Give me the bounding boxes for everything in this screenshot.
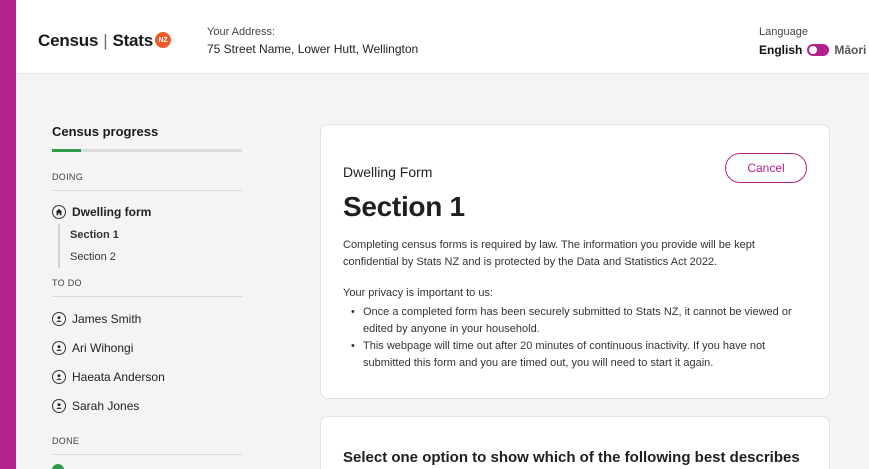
sidebar-item-person[interactable]: Sarah Jones [52,398,242,414]
progress-bar [52,149,242,152]
header: Census | Stats NZ Your Address: 75 Stree… [16,0,869,74]
person-icon [52,312,66,326]
person-name: Sarah Jones [72,399,140,413]
language-english[interactable]: English [759,43,802,57]
privacy-block: Your privacy is important to us: Once a … [343,285,813,372]
census-progress-sidebar: Census progress DOING Dwelling form Sect… [52,124,242,469]
question-card: Select one option to show which of the f… [320,416,830,469]
address-label: Your Address: [207,26,276,38]
stats-nz-badge-icon: NZ [155,32,172,48]
sidebar-item-done[interactable] [52,464,64,469]
form-name: Dwelling Form [343,164,433,180]
logo-census-text: Census [38,31,99,50]
progress-fill [52,149,81,152]
person-name: Ari Wihongi [72,341,134,355]
doing-heading: DOING [52,172,242,191]
list-item: This webpage will time out after 20 minu… [351,338,813,372]
language-switcher: Language English Māori [759,26,869,57]
home-icon [52,205,66,219]
section-card: Dwelling Form Cancel Section 1 Completin… [320,124,830,399]
app-frame: Census | Stats NZ Your Address: 75 Stree… [16,0,869,469]
todo-heading: TO DO [52,278,242,297]
person-icon [52,341,66,355]
sidebar-item-person[interactable]: Haeata Anderson [52,369,242,385]
language-toggle[interactable] [807,44,830,56]
privacy-heading: Your privacy is important to us: [343,287,493,299]
done-heading: DONE [52,436,242,455]
sidebar-item-section-1[interactable]: Section 1 [70,224,242,246]
sidebar-title: Census progress [52,124,159,139]
address-value: 75 Street Name, Lower Hutt, Wellington [207,42,419,56]
address-block: Your Address: 75 Street Name, Lower Hutt… [207,26,418,56]
person-icon [52,399,66,413]
dwelling-form-label: Dwelling form [72,205,152,219]
dwelling-sections: Section 1 Section 2 [58,224,242,268]
logo-stats-text: Stats [112,31,154,50]
logo-separator: | [103,31,108,50]
privacy-list: Once a completed form has been securely … [343,304,813,372]
cancel-button[interactable]: Cancel [725,153,807,183]
person-name: James Smith [72,312,142,326]
page-title: Section 1 [343,191,465,222]
person-icon [52,370,66,384]
language-label: Language [759,26,808,38]
check-icon [52,464,64,469]
person-name: Haeata Anderson [72,370,165,384]
question-title: Select one option to show which of the f… [343,449,800,466]
sidebar-item-dwelling-form[interactable]: Dwelling form [52,204,242,220]
list-item: Once a completed form has been securely … [351,304,813,338]
intro-text: Completing census forms is required by l… [343,239,755,268]
census-logo[interactable]: Census | Stats NZ [38,31,172,51]
language-maori[interactable]: Māori [834,43,866,57]
sidebar-item-person[interactable]: James Smith [52,311,242,327]
sidebar-item-section-2[interactable]: Section 2 [70,246,242,268]
sidebar-item-person[interactable]: Ari Wihongi [52,340,242,356]
